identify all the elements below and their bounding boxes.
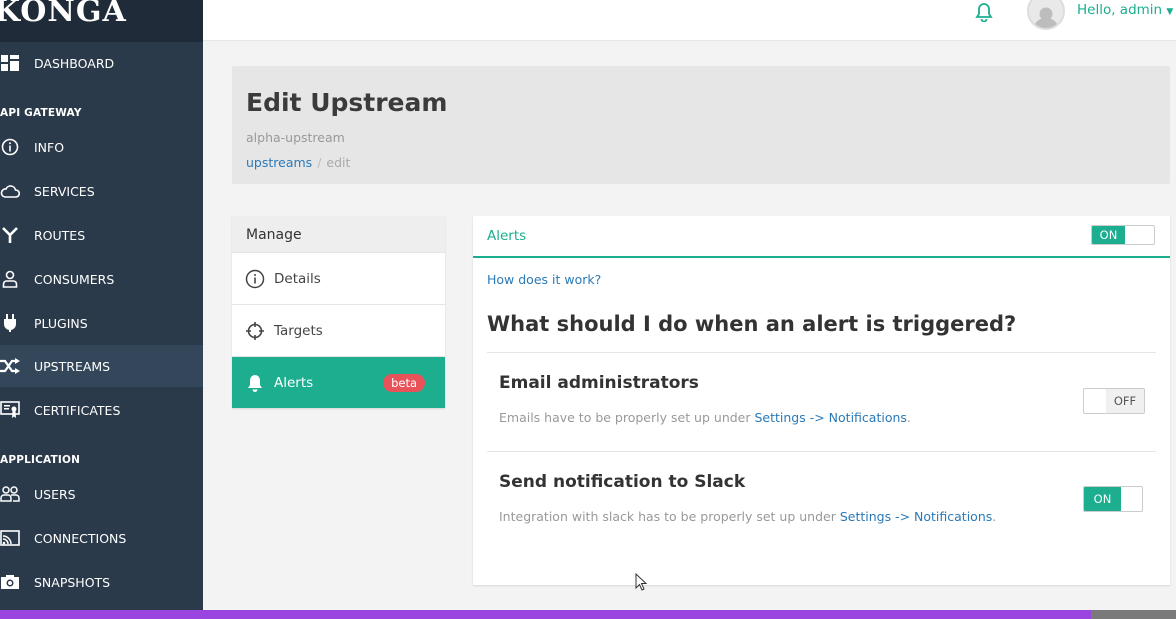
sidebar-item-upstreams[interactable]: UPSTREAMS (0, 345, 203, 387)
manage-item-label: Details (274, 270, 321, 287)
alerts-title: Alerts (487, 228, 527, 244)
sidebar-item-snapshots[interactable]: SNAPSHOTS (0, 561, 203, 603)
certificate-icon (0, 400, 20, 420)
info-icon (0, 137, 20, 157)
camera-icon (0, 572, 20, 592)
user-menu[interactable]: Hello, admin ▼ (1077, 2, 1173, 18)
manage-item-details[interactable]: Details (232, 252, 445, 304)
manage-panel: Manage Details Targets Alerts beta (232, 216, 445, 408)
sidebar-item-label: UPSTREAMS (34, 358, 111, 374)
email-admins-title: Email administrators (499, 373, 699, 393)
sidebar-item-dashboard[interactable]: DASHBOARD (0, 42, 203, 84)
beta-badge: beta (383, 374, 425, 392)
sidebar-item-users[interactable]: USERS (0, 473, 203, 515)
top-bar: Hello, admin ▼ (203, 0, 1176, 41)
konga-logo[interactable]: KONGA (0, 0, 203, 42)
sidebar-item-certificates[interactable]: CERTIFICATES (0, 389, 203, 431)
shuffle-icon (0, 356, 20, 376)
breadcrumb: upstreams / edit (246, 155, 350, 170)
notifications-bell-icon[interactable] (975, 2, 993, 26)
toggle-on-label: ON (1092, 226, 1125, 244)
cast-icon (0, 528, 20, 548)
sidebar-item-label: SERVICES (34, 183, 95, 199)
sidebar-item-label: DASHBOARD (34, 55, 115, 71)
how-does-it-work-link[interactable]: How does it work? (487, 272, 601, 287)
alerts-panel: Alerts ON How does it work? What should … (473, 216, 1170, 585)
slack-settings-link[interactable]: Settings -> Notifications (840, 509, 992, 524)
avatar[interactable] (1027, 0, 1065, 30)
manage-item-alerts[interactable]: Alerts beta (232, 356, 445, 408)
toggle-off-label: OFF (1106, 389, 1144, 413)
section-api-gateway: API GATEWAY (0, 107, 82, 119)
mouse-cursor-icon (635, 572, 649, 597)
slack-desc-suffix: . (992, 509, 997, 524)
alerts-header: Alerts ON (473, 216, 1170, 258)
page-subtitle: alpha-upstream (246, 130, 345, 145)
dashboard-icon (0, 53, 20, 73)
manage-item-label: Alerts (274, 374, 314, 391)
breadcrumb-separator: / (317, 155, 322, 170)
sidebar-item-routes[interactable]: ROUTES (0, 214, 203, 256)
toggle-on-label: ON (1084, 487, 1121, 511)
alerts-master-toggle[interactable]: ON (1091, 225, 1155, 245)
info-icon (244, 268, 266, 290)
sidebar-item-label: SNAPSHOTS (34, 574, 111, 590)
bell-icon (244, 372, 266, 394)
email-admins-toggle[interactable]: OFF (1083, 388, 1145, 414)
manage-item-label: Targets (274, 322, 323, 339)
sidebar-item-label: CONSUMERS (34, 271, 115, 287)
email-desc-text: Emails have to be properly set up under (499, 410, 755, 425)
sidebar-item-label: USERS (34, 486, 76, 502)
slack-notification-title: Send notification to Slack (499, 472, 746, 492)
sidebar-item-info[interactable]: INFO (0, 126, 203, 168)
sidebar-item-connections[interactable]: CONNECTIONS (0, 517, 203, 559)
divider (487, 451, 1156, 452)
progress-bar-track (1091, 610, 1176, 619)
sidebar-item-consumers[interactable]: CONSUMERS (0, 258, 203, 300)
routes-icon (0, 225, 20, 245)
sidebar-item-services[interactable]: SERVICES (0, 170, 203, 212)
sidebar-item-label: INFO (34, 139, 65, 155)
divider (487, 352, 1156, 353)
sidebar-item-plugins[interactable]: PLUGINS (0, 302, 203, 344)
slack-notification-toggle[interactable]: ON (1083, 486, 1143, 512)
sidebar-item-label: ROUTES (34, 227, 86, 243)
page-title: Edit Upstream (246, 88, 448, 117)
page-header: Edit Upstream alpha-upstream upstreams / e… (232, 66, 1170, 184)
sidebar-item-label: PLUGINS (34, 315, 88, 331)
slack-desc-text: Integration with slack has to be properl… (499, 509, 840, 524)
sidebar-item-label: CONNECTIONS (34, 530, 127, 546)
breadcrumb-upstreams-link[interactable]: upstreams (246, 155, 312, 170)
email-settings-link[interactable]: Settings -> Notifications (754, 410, 906, 425)
email-admins-description: Emails have to be properly set up under … (499, 410, 911, 425)
email-desc-suffix: . (906, 410, 911, 425)
breadcrumb-current: edit (326, 155, 351, 170)
manage-item-targets[interactable]: Targets (232, 304, 445, 356)
slack-notification-description: Integration with slack has to be properl… (499, 509, 996, 524)
user-icon (0, 269, 20, 289)
alerts-question-heading: What should I do when an alert is trigge… (487, 312, 1017, 336)
plug-icon (0, 313, 20, 333)
sidebar: KONGA DASHBOARD API GATEWAY INFO SERVICE… (0, 0, 203, 619)
logo-text: KONGA (0, 0, 127, 29)
crosshair-icon (244, 320, 266, 342)
greeting-text: Hello, admin (1077, 2, 1163, 18)
chevron-down-icon: ▼ (1166, 7, 1174, 17)
cloud-icon (0, 181, 20, 201)
section-application: APPLICATION (0, 454, 81, 466)
manage-heading: Manage (232, 216, 445, 252)
sidebar-item-label: CERTIFICATES (34, 402, 121, 418)
users-icon (0, 484, 20, 504)
bottom-progress-bar (0, 610, 1176, 619)
